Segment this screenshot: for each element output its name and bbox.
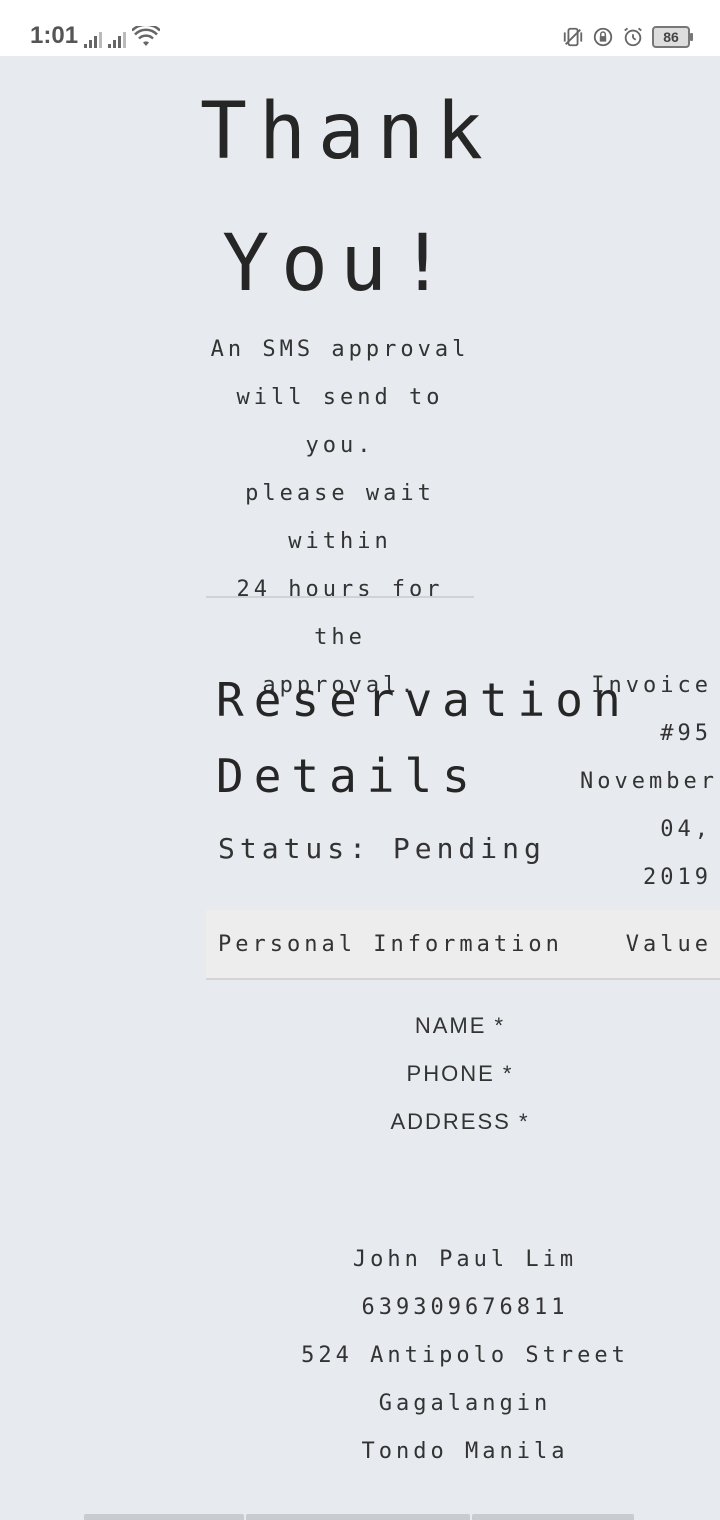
address-value-line-2: Tondo Manila: [361, 1439, 569, 1464]
invoice-label: Invoice: [591, 673, 712, 698]
wifi-icon: [132, 26, 160, 46]
battery-icon: 86: [652, 26, 693, 48]
status-time: 1:01: [30, 22, 79, 49]
thank-you-line-2: You!: [222, 219, 458, 309]
network-indicators: [84, 24, 160, 48]
message-line: will send to you.: [236, 385, 444, 458]
phone-label: PHONE *: [406, 1061, 514, 1086]
invoice-date-day-year: 04, 2019: [643, 817, 712, 890]
signal-icon: [108, 28, 126, 48]
message-line: 24 hours for the: [236, 577, 444, 650]
invoice-number: #95: [660, 721, 712, 746]
section-divider: [206, 596, 474, 598]
phone-value: 639309676811: [361, 1295, 569, 1320]
thank-you-heading: Thank You!: [200, 66, 495, 330]
message-line: please wait within: [245, 481, 435, 554]
field-labels: NAME * PHONE * ADDRESS *: [330, 1002, 590, 1146]
reservation-title-line-1: Reservation: [216, 673, 631, 727]
column-header-personal-information: Personal Information: [218, 932, 563, 957]
sms-approval-message: An SMS approval will send to you. please…: [205, 326, 475, 710]
message-line: An SMS approval: [210, 337, 470, 362]
reservation-confirmation-page: Thank You! An SMS approval will send to …: [0, 56, 720, 1520]
reservation-details-title: Reservation Details: [216, 662, 631, 814]
signal-icon: [84, 28, 102, 48]
address-label: ADDRESS *: [390, 1109, 530, 1134]
details-table-header: Personal Information Value: [206, 910, 720, 980]
reservation-title-line-2: Details: [216, 749, 480, 803]
name-label: NAME *: [414, 1013, 506, 1038]
invoice-date-month: November: [580, 769, 718, 794]
column-header-value: Value: [625, 932, 712, 957]
reservation-status: Status: Pending: [218, 832, 546, 865]
bottom-tab[interactable]: [472, 1514, 634, 1520]
alarm-icon: [624, 27, 642, 47]
status-bar: 1:01 86: [0, 0, 720, 56]
bottom-tab[interactable]: [84, 1514, 244, 1520]
address-value-line-1: 524 Antipolo Street Gagalangin: [301, 1343, 629, 1416]
lock-rotation-icon: [593, 27, 613, 47]
thank-you-line-1: Thank: [200, 87, 495, 177]
vibrate-icon: [563, 27, 583, 47]
name-value: John Paul Lim: [352, 1247, 578, 1272]
system-indicators: 86: [562, 26, 693, 48]
bottom-nav-edge[interactable]: [84, 1514, 636, 1520]
field-values: John Paul Lim 639309676811 524 Antipolo …: [220, 1236, 710, 1476]
bottom-tab[interactable]: [246, 1514, 470, 1520]
